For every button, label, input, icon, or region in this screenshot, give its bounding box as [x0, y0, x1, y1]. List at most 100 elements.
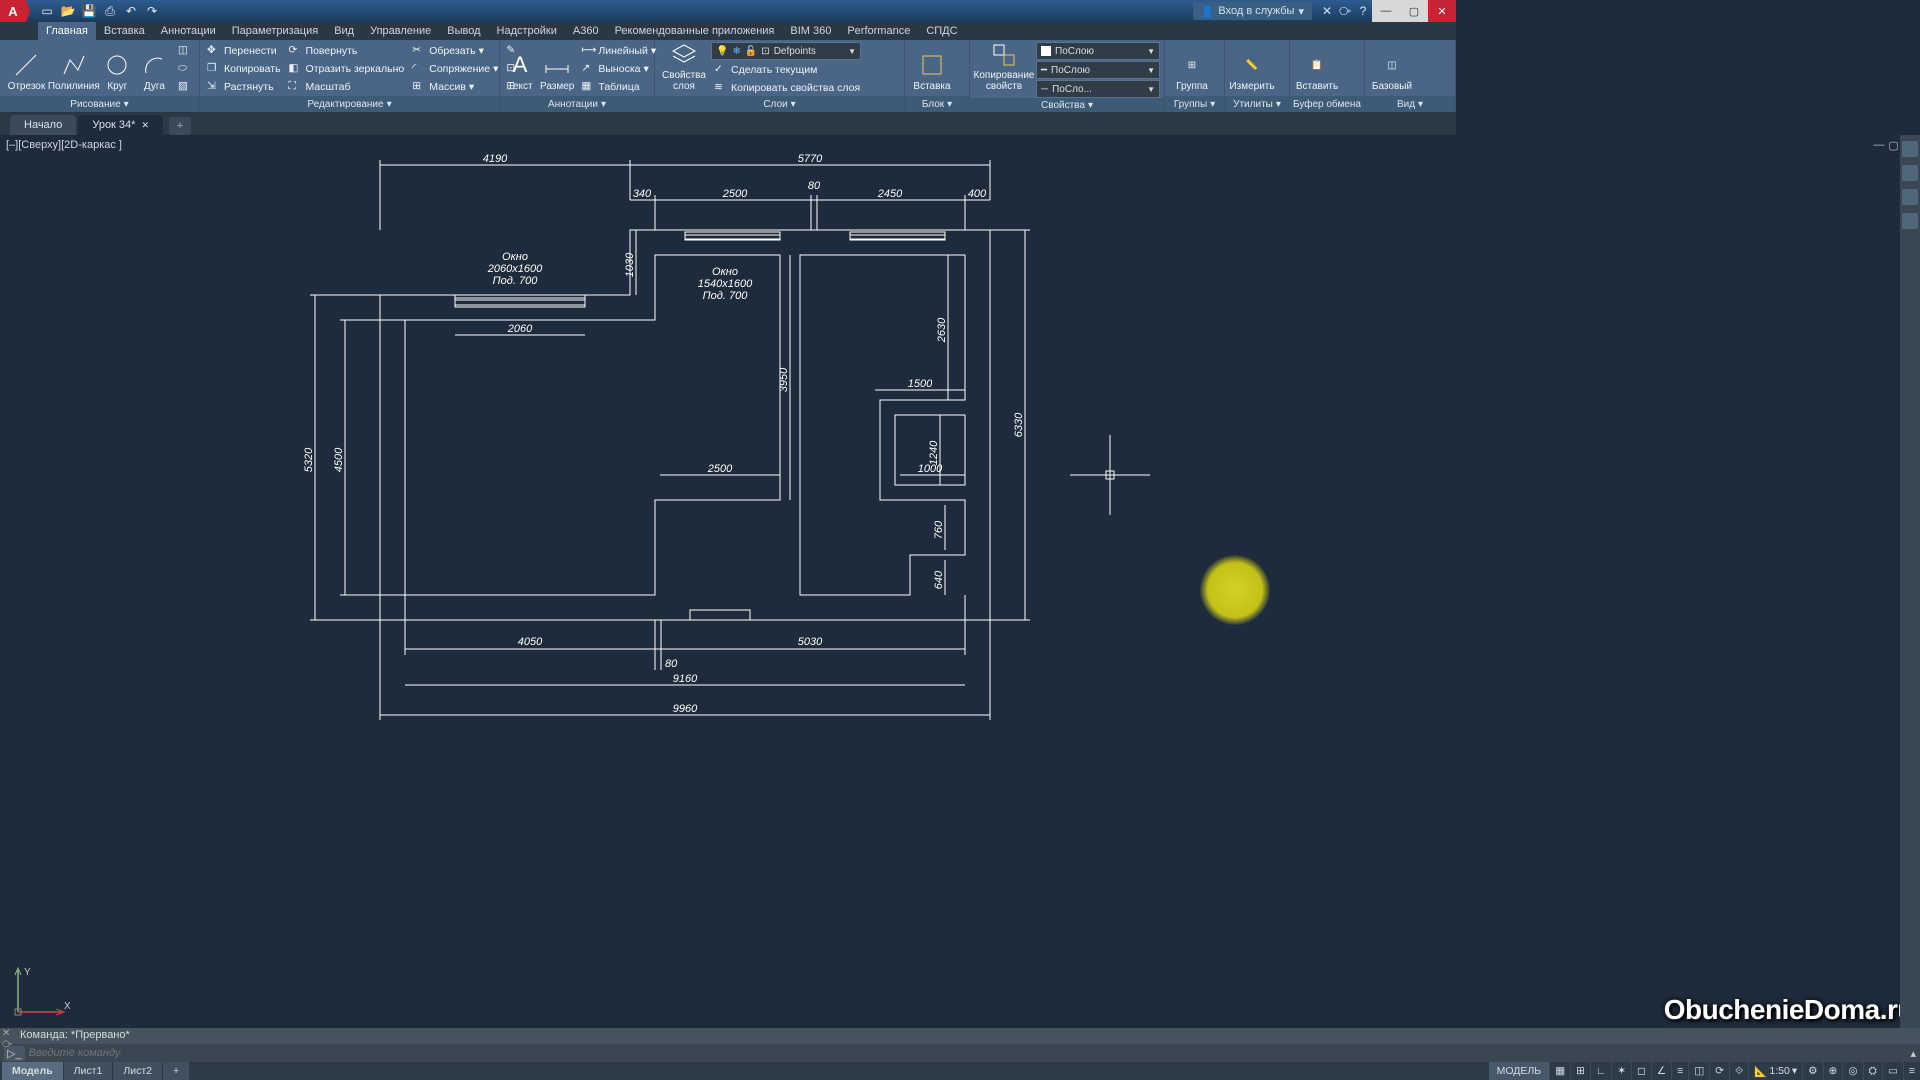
panel-props-title[interactable]: Свойства ▾ — [970, 98, 1164, 112]
table-button[interactable]: ▦Таблица — [578, 78, 659, 95]
tab-view[interactable]: Вид — [326, 22, 362, 40]
new-icon[interactable]: ▭ — [38, 2, 56, 20]
rotate-button[interactable]: ⟳Повернуть — [286, 42, 408, 59]
annomonitor-toggle[interactable]: ⊕ — [1823, 1062, 1843, 1080]
lweight-toggle[interactable]: ≡ — [1671, 1062, 1688, 1080]
leader-button[interactable]: ↗Выноска ▾ — [578, 60, 659, 77]
polyline-button[interactable]: Полилиния — [51, 42, 97, 94]
panel-modify-title[interactable]: Редактирование ▾ — [200, 96, 499, 112]
model-indicator[interactable]: МОДЕЛЬ — [1489, 1062, 1550, 1080]
hardware-toggle[interactable]: ⛭ — [1863, 1062, 1882, 1080]
osnap-toggle[interactable]: ◻ — [1631, 1062, 1651, 1080]
transparency-toggle[interactable]: ◫ — [1688, 1062, 1709, 1080]
tab-parametric[interactable]: Параметризация — [224, 22, 326, 40]
match-layer-button[interactable]: ≋Копировать свойства слоя — [711, 79, 900, 96]
tab-insert[interactable]: Вставка — [96, 22, 153, 40]
stretch-button[interactable]: ⇲Растянуть — [204, 78, 284, 95]
base-view-button[interactable]: ◫Базовый — [1369, 42, 1415, 94]
annoscale-toggle[interactable]: ⟐ — [1729, 1062, 1748, 1080]
circle-button[interactable]: Круг — [99, 42, 136, 94]
group-button[interactable]: ⊞Группа — [1169, 42, 1215, 94]
drawing-canvas[interactable]: [–][Сверху][2D-каркас ] —▢✕ 4190 5770 34… — [0, 135, 1920, 1028]
tab-home[interactable]: Главная — [38, 22, 96, 40]
tab-performance[interactable]: Performance — [839, 22, 918, 40]
insert-block-button[interactable]: Вставка — [909, 42, 955, 94]
line-button[interactable]: Отрезок — [4, 42, 49, 94]
match-props-button[interactable]: Копирование свойств — [974, 42, 1034, 94]
nav-zoom-icon[interactable] — [1902, 189, 1918, 205]
measure-button[interactable]: 📏Измерить — [1229, 42, 1275, 94]
layout-sheet1[interactable]: Лист1 — [64, 1062, 114, 1080]
tab-manage[interactable]: Управление — [362, 22, 439, 40]
save-icon[interactable]: 💾 — [80, 2, 98, 20]
panel-util-title[interactable]: Утилиты ▾ — [1225, 96, 1289, 112]
fillet-button[interactable]: ◜Сопряжение ▾ — [409, 60, 501, 77]
draw-extra2[interactable]: ⬭ — [175, 60, 195, 77]
tab-output[interactable]: Вывод — [439, 22, 488, 40]
linear-dim-button[interactable]: ⟼Линейный ▾ — [578, 42, 659, 59]
layout-sheet2[interactable]: Лист2 — [113, 1062, 163, 1080]
exchange-icon[interactable]: ✕ — [1318, 2, 1336, 20]
snap-toggle[interactable]: ⊞ — [1570, 1062, 1590, 1080]
maximize-button[interactable]: ▢ — [1400, 0, 1428, 22]
layout-add[interactable]: + — [163, 1062, 190, 1080]
command-line[interactable]: ▷_ ▴ — [0, 1044, 1920, 1062]
panel-layers-title[interactable]: Слои ▾ — [655, 96, 904, 112]
trim-button[interactable]: ✂Обрезать ▾ — [409, 42, 501, 59]
cycling-toggle[interactable]: ⟳ — [1709, 1062, 1729, 1080]
array-button[interactable]: ⊞Массив ▾ — [409, 78, 501, 95]
scale-button[interactable]: ⛶Масштаб — [286, 78, 408, 95]
draw-extra3[interactable]: ▨ — [175, 78, 195, 95]
move-button[interactable]: ✥Перенести — [204, 42, 284, 59]
tab-addins[interactable]: Надстройки — [489, 22, 565, 40]
tab-start[interactable]: Начало — [10, 115, 76, 135]
customize-button[interactable]: ≡ — [1903, 1062, 1920, 1080]
app-logo[interactable]: A — [0, 0, 26, 22]
panel-block-title[interactable]: Блок ▾ — [905, 96, 969, 112]
text-button[interactable]: AТекст — [504, 42, 536, 94]
login-button[interactable]: 👤 Вход в службы ▾ — [1193, 2, 1312, 20]
linetype-combo[interactable]: ─ПоСло...▼ — [1036, 80, 1160, 98]
close-button[interactable]: ✕ — [1428, 0, 1456, 22]
cmd-menu-icon[interactable]: ▴ — [1910, 1047, 1916, 1060]
layout-model[interactable]: Модель — [2, 1062, 64, 1080]
tab-featured[interactable]: Рекомендованные приложения — [607, 22, 783, 40]
vp-max-icon[interactable]: ▢ — [1888, 139, 1898, 152]
open-icon[interactable]: 📂 — [59, 2, 77, 20]
make-current-button[interactable]: ✓Сделать текущим — [711, 61, 900, 78]
paste-button[interactable]: 📋Вставить — [1294, 42, 1340, 94]
otrack-toggle[interactable]: ∠ — [1651, 1062, 1671, 1080]
panel-groups-title[interactable]: Группы ▾ — [1165, 96, 1224, 112]
mirror-button[interactable]: ◧Отразить зеркально — [286, 60, 408, 77]
minimize-button[interactable]: — — [1372, 0, 1400, 22]
help-icon[interactable]: ? — [1354, 2, 1372, 20]
tab-document[interactable]: Урок 34*✕ — [78, 115, 163, 135]
nav-wheel-icon[interactable] — [1902, 141, 1918, 157]
print-icon[interactable]: ⎙ — [101, 2, 119, 20]
color-combo[interactable]: ПоСлою▼ — [1036, 42, 1160, 60]
workspace-toggle[interactable]: ⚙ — [1802, 1062, 1822, 1080]
panel-draw-title[interactable]: Рисование ▾ — [0, 96, 199, 112]
tab-spds[interactable]: СПДС — [918, 22, 965, 40]
layer-combo[interactable]: 💡❄🔓⊡Defpoints▼ — [711, 42, 861, 60]
panel-view-title[interactable]: Вид ▾ — [1365, 96, 1455, 112]
layer-props-button[interactable]: Свойства слоя — [659, 42, 709, 94]
share-icon[interactable]: ⧂ — [1336, 2, 1354, 20]
panel-anno-title[interactable]: Аннотации ▾ — [500, 96, 654, 112]
copy-button[interactable]: ❐Копировать — [204, 60, 284, 77]
vp-min-icon[interactable]: — — [1873, 139, 1884, 152]
tab-annotate[interactable]: Аннотации — [153, 22, 224, 40]
tab-a360[interactable]: А360 — [565, 22, 607, 40]
command-input[interactable] — [29, 1047, 1907, 1059]
tab-bim360[interactable]: BIM 360 — [782, 22, 839, 40]
isolate-toggle[interactable]: ◎ — [1842, 1062, 1862, 1080]
arc-button[interactable]: Дуга — [138, 42, 171, 94]
grid-toggle[interactable]: ▦ — [1549, 1062, 1570, 1080]
lineweight-combo[interactable]: ━ПоСлою▼ — [1036, 61, 1160, 79]
viewport-label[interactable]: [–][Сверху][2D-каркас ] — [6, 139, 122, 151]
ortho-toggle[interactable]: ∟ — [1590, 1062, 1611, 1080]
tab-close-icon[interactable]: ✕ — [141, 120, 149, 131]
add-tab-button[interactable]: + — [169, 117, 191, 135]
draw-extra1[interactable]: ◫ — [175, 42, 195, 59]
nav-orbit-icon[interactable] — [1902, 213, 1918, 229]
